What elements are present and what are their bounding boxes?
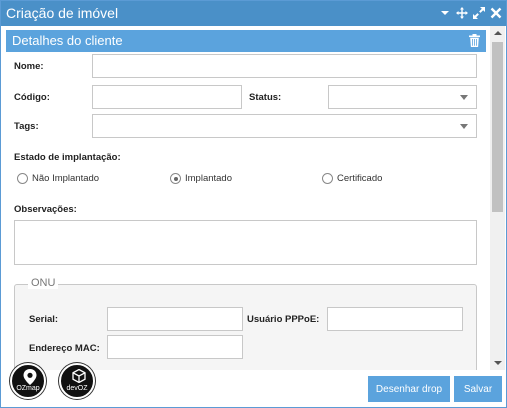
serial-input[interactable]	[107, 307, 243, 331]
vertical-scrollbar[interactable]	[490, 26, 505, 370]
scroll-up-icon[interactable]	[494, 31, 502, 35]
close-icon[interactable]	[489, 6, 502, 20]
radio-deployed[interactable]: Implantado	[170, 173, 232, 184]
section-title: Detalhes do cliente	[12, 33, 123, 48]
chevron-down-icon[interactable]	[438, 6, 451, 20]
chevron-down-icon	[460, 95, 468, 100]
status-select[interactable]	[328, 85, 477, 109]
radio-label: Certificado	[337, 173, 383, 184]
maximize-icon[interactable]	[472, 6, 485, 20]
deployment-state-label: Estado de implantação:	[14, 152, 121, 163]
code-input[interactable]	[92, 85, 242, 109]
pppoe-user-label: Usuário PPPoE:	[247, 314, 320, 325]
tags-label: Tags:	[14, 121, 39, 132]
tags-select[interactable]	[92, 114, 477, 138]
status-label: Status:	[249, 92, 282, 103]
map-pin-icon	[23, 369, 37, 385]
radio-label: Não Implantado	[32, 173, 100, 184]
radio-certified[interactable]: Certificado	[322, 173, 382, 184]
draw-drop-button[interactable]: Desenhar drop	[368, 376, 450, 402]
observations-label: Observações:	[14, 204, 77, 215]
onu-legend: ONU	[28, 277, 59, 289]
scroll-down-icon[interactable]	[494, 361, 502, 365]
chevron-down-icon	[460, 124, 468, 129]
ozmap-logo: OZmap	[10, 363, 46, 399]
radio-circle	[322, 173, 333, 184]
title-bar-icons	[438, 6, 502, 20]
scroll-thumb[interactable]	[492, 42, 503, 212]
save-button[interactable]: Salvar	[454, 376, 502, 402]
devoz-logo: devOZ	[59, 363, 95, 399]
radio-not-deployed[interactable]: Não Implantado	[17, 173, 99, 184]
devoz-logo-text: devOZ	[66, 385, 88, 392]
title-bar[interactable]: Criação de imóvel	[1, 1, 506, 26]
mac-address-input[interactable]	[107, 335, 243, 359]
code-label: Código:	[14, 92, 50, 103]
radio-circle	[170, 173, 181, 184]
window-title: Criação de imóvel	[6, 5, 119, 21]
pppoe-user-input[interactable]	[327, 307, 463, 331]
footer-bar: OZmap devOZ Desenhar drop Salvar	[1, 363, 506, 407]
cube-icon	[72, 369, 86, 383]
trash-icon[interactable]	[469, 34, 480, 47]
ozmap-logo-text: OZmap	[16, 385, 40, 392]
serial-label: Serial:	[29, 314, 59, 325]
radio-circle	[17, 173, 28, 184]
name-label: Nome:	[14, 61, 44, 72]
form-scroll-area[interactable]: Detalhes do cliente Nome: Código: Status…	[1, 26, 506, 370]
dialog-window: Criação de imóvel Detalhes do cliente No…	[0, 0, 507, 408]
observations-textarea[interactable]	[14, 220, 477, 265]
name-input[interactable]	[92, 54, 477, 78]
mac-address-label: Endereço MAC:	[29, 343, 100, 354]
radio-label: Implantado	[185, 173, 233, 184]
section-header: Detalhes do cliente	[6, 30, 486, 52]
move-icon[interactable]	[455, 6, 468, 20]
